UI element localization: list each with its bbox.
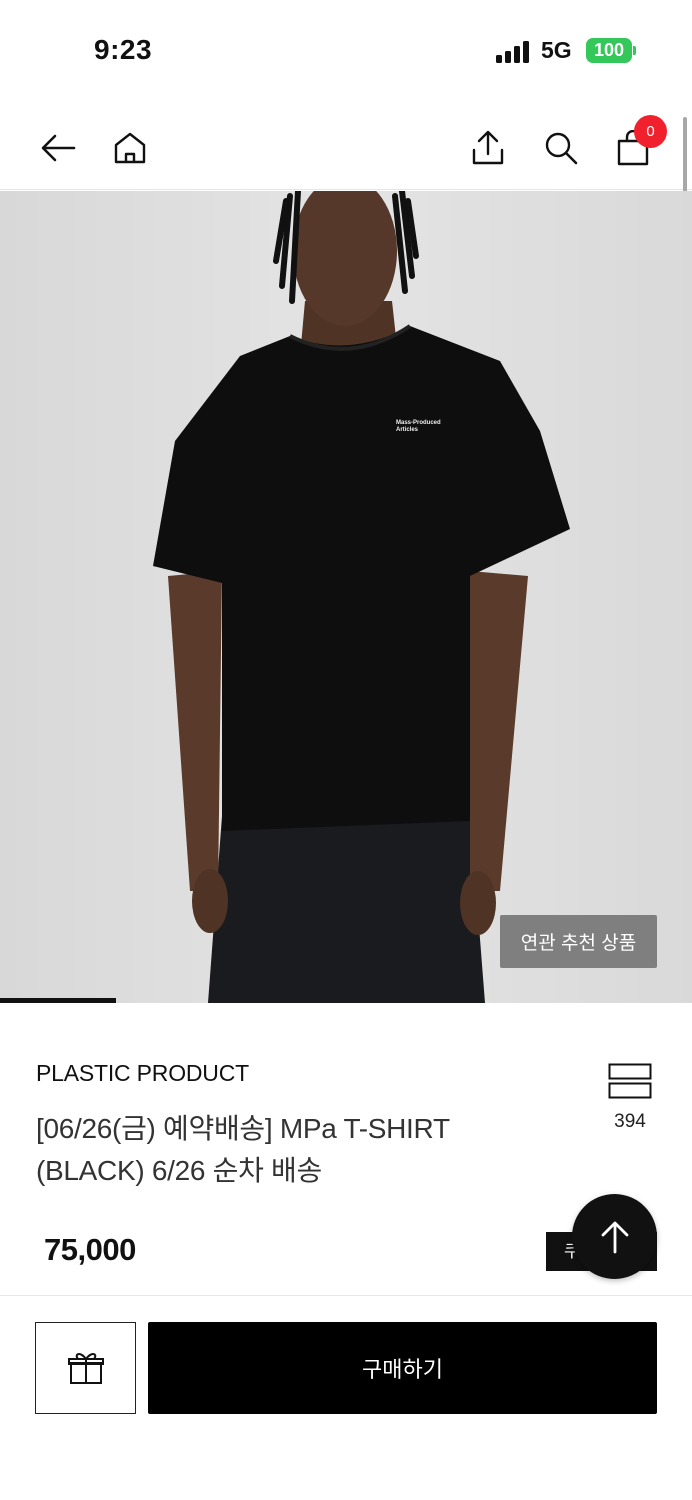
share-icon[interactable]: [466, 126, 510, 170]
battery-level: 100: [586, 38, 632, 63]
shirt-print-text: Mass-Produced: [396, 420, 441, 426]
signal-icon: [496, 41, 529, 63]
product-photo: Mass-Produced Articles: [153, 191, 570, 1003]
scroll-to-top-button[interactable]: [572, 1194, 657, 1279]
back-arrow-icon[interactable]: [36, 126, 80, 170]
product-title: [06/26(금) 예약배송] MPa T-SHIRT (BLACK) 6/26…: [36, 1113, 450, 1186]
battery-icon: [633, 46, 636, 55]
home-icon[interactable]: [108, 126, 152, 170]
carousel-progress-fill: [0, 998, 116, 1003]
bottom-divider: [0, 1295, 692, 1296]
product-image-carousel[interactable]: Mass-Produced Articles: [0, 191, 692, 1003]
top-nav-bar: [0, 110, 692, 190]
network-type: 5G: [541, 37, 572, 63]
arrow-up-icon: [601, 1221, 628, 1253]
gift-icon: [67, 1353, 104, 1384]
shirt-print-text-2: Articles: [396, 427, 419, 433]
brand-name[interactable]: PLASTIC PRODUCT: [36, 1060, 249, 1087]
layout-toggle-icon[interactable]: [608, 1063, 652, 1099]
related-products-button[interactable]: 연관 추천 상품: [500, 915, 657, 968]
status-bar: 9:23 5G 100: [0, 0, 692, 100]
search-icon[interactable]: [539, 126, 583, 170]
gift-button[interactable]: [35, 1322, 136, 1414]
view-count: 394: [614, 1111, 646, 1132]
status-time: 9:23: [94, 34, 153, 65]
product-price: 75,000: [44, 1232, 136, 1267]
cart-count-badge: 0: [634, 115, 667, 148]
buy-button[interactable]: 구매하기: [148, 1322, 657, 1414]
